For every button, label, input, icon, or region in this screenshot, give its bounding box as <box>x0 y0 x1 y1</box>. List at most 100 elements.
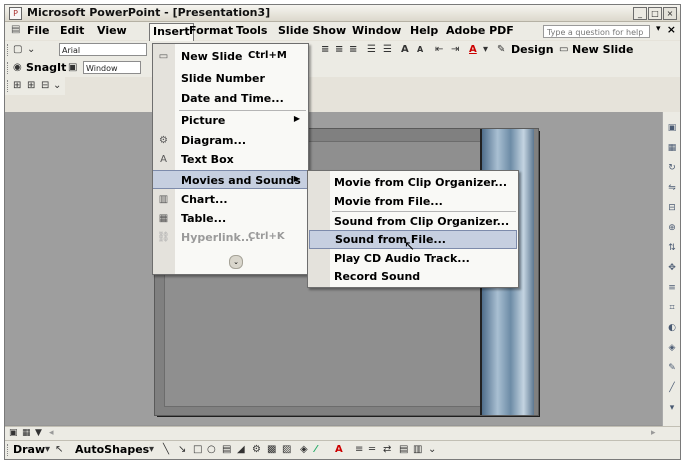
increase-indent-icon[interactable]: ⇥ <box>451 43 459 57</box>
shadow-style-icon[interactable]: ▤ <box>399 443 408 457</box>
arrow-tool-icon[interactable]: ↘ <box>178 443 186 457</box>
draw-menu-button[interactable]: Draw <box>13 443 45 456</box>
scroll-right-icon[interactable]: ▸ <box>651 426 656 440</box>
expand-menu-icon[interactable]: ⌄ <box>229 255 243 269</box>
diagram-tool-icon[interactable]: ⚙ <box>252 443 261 457</box>
line-color-icon[interactable]: ⁄ <box>315 443 317 457</box>
arrow-style-icon[interactable]: ⇄ <box>383 443 391 457</box>
insert-movies-sounds-item[interactable]: Movies and Sounds ▶ <box>153 170 308 189</box>
tool-shadow-icon[interactable]: ◐ <box>666 322 678 334</box>
menu-view[interactable]: View <box>97 24 127 37</box>
text-box-tool-icon[interactable]: ▤ <box>222 443 231 457</box>
new-slide-button[interactable]: New Slide <box>572 43 633 56</box>
clipart-tool-icon[interactable]: ▩ <box>267 443 276 457</box>
menu-file[interactable]: File <box>27 24 50 37</box>
tool-pen-icon[interactable]: ✎ <box>666 362 678 374</box>
close-button[interactable]: × <box>663 7 677 20</box>
bullets-icon[interactable]: ☰ <box>383 43 392 57</box>
tool-3d-icon[interactable]: ◈ <box>666 342 678 354</box>
line-style-icon[interactable]: ≡ <box>355 443 363 457</box>
menu-doc-icon[interactable]: ▤ <box>11 24 20 35</box>
toolbar-grip[interactable] <box>7 62 10 74</box>
tool-select-icon[interactable]: ▣ <box>666 122 678 134</box>
maximize-button[interactable]: □ <box>648 7 662 20</box>
decrease-font-icon[interactable]: A <box>417 43 423 57</box>
design-icon[interactable]: ✎ <box>497 43 505 57</box>
menu-tools[interactable]: Tools <box>236 24 267 37</box>
wordart-tool-icon[interactable]: ◢ <box>237 443 245 457</box>
movie-from-clip-organizer-item[interactable]: Movie from Clip Organizer... <box>308 173 518 192</box>
rectangle-tool-icon[interactable]: □ <box>193 443 202 457</box>
menu-adobe-pdf[interactable]: Adobe PDF <box>446 24 514 37</box>
insert-chart-item[interactable]: ▥ Chart... <box>153 190 308 209</box>
tool-nudge-icon[interactable]: ✥ <box>666 262 678 274</box>
fill-color-icon[interactable]: ◈ <box>300 443 308 457</box>
new-document-icon[interactable]: ▢ <box>13 43 22 57</box>
tool-grid-icon[interactable]: ▦ <box>666 142 678 154</box>
insert-diagram-item[interactable]: ⚙ Diagram... <box>153 131 308 150</box>
font-name-combo[interactable]: Arial <box>59 43 147 56</box>
insert-slide-number-item[interactable]: Slide Number <box>153 69 308 88</box>
tool-group-icon[interactable]: ⊕ <box>666 222 678 234</box>
toolbar-grip[interactable] <box>7 80 10 92</box>
scroll-down-icon[interactable]: ▾ <box>666 402 678 414</box>
design-button[interactable]: Design <box>511 43 554 56</box>
snagit-window-combo[interactable]: Window <box>83 61 141 74</box>
3d-style-icon[interactable]: ▥ <box>413 443 422 457</box>
autoshapes-menu-button[interactable]: AutoShapes <box>75 443 149 456</box>
tool-distribute-icon[interactable]: ≡ <box>666 282 678 294</box>
draw-dropdown-icon[interactable]: ▾ <box>45 443 50 457</box>
record-sound-item[interactable]: Record Sound <box>308 267 518 286</box>
app-icon[interactable]: P <box>9 7 22 20</box>
font-color-icon[interactable]: A <box>469 43 477 57</box>
snagit-capture-icon[interactable]: ◉ <box>13 61 22 75</box>
slide-show-icon[interactable]: ▼ <box>35 426 42 440</box>
align-center-icon[interactable]: ≡ <box>335 43 343 57</box>
picture-tool-icon[interactable]: ▨ <box>282 443 291 457</box>
numbering-icon[interactable]: ☰ <box>367 43 376 57</box>
tool-crop-icon[interactable]: ⌗ <box>666 302 678 314</box>
dash-style-icon[interactable]: ═ <box>369 443 375 457</box>
line-tool-icon[interactable]: ╲ <box>163 443 169 457</box>
oval-tool-icon[interactable]: ○ <box>207 443 216 457</box>
movie-from-file-item[interactable]: Movie from File... <box>308 192 518 211</box>
menu-edit[interactable]: Edit <box>60 24 84 37</box>
menu-help[interactable]: Help <box>410 24 438 37</box>
tool-align-icon[interactable]: ⊟ <box>666 202 678 214</box>
font-color-draw-icon[interactable]: A <box>335 443 343 457</box>
menu-slide-show[interactable]: Slide Show <box>278 24 346 37</box>
toolbar-tool-1-icon[interactable]: ⊞ <box>13 79 21 93</box>
toolbar-grip[interactable] <box>7 444 10 456</box>
close-document-button[interactable]: × <box>667 23 676 36</box>
select-objects-icon[interactable]: ↖ <box>55 443 63 457</box>
align-left-icon[interactable]: ≡ <box>321 43 329 57</box>
insert-text-box-item[interactable]: A Text Box <box>153 150 308 169</box>
toolbar-options-icon[interactable]: ⌄ <box>428 443 436 457</box>
font-color-dropdown-icon[interactable]: ▾ <box>483 43 488 57</box>
toolbar-tool-3-icon[interactable]: ⊟ <box>41 79 49 93</box>
toolbar-tool-2-icon[interactable]: ⊞ <box>27 79 35 93</box>
menu-format[interactable]: Format <box>189 24 233 37</box>
menu-insert[interactable]: Insert <box>149 23 194 42</box>
tool-order-icon[interactable]: ⇅ <box>666 242 678 254</box>
new-slide-icon[interactable]: ▭ <box>559 43 568 57</box>
snagit-profile-icon[interactable]: ▣ <box>68 61 77 75</box>
toolbar-options-icon[interactable]: ⌄ <box>53 79 61 93</box>
insert-date-time-item[interactable]: Date and Time... <box>153 89 308 108</box>
toolbar-options-icon[interactable]: ⌄ <box>27 43 35 57</box>
normal-view-icon[interactable]: ▣ <box>9 426 18 440</box>
align-right-icon[interactable]: ≡ <box>349 43 357 57</box>
menu-window[interactable]: Window <box>352 24 401 37</box>
snagit-button[interactable]: SnagIt <box>26 61 66 74</box>
insert-picture-item[interactable]: Picture ▶ <box>153 111 308 130</box>
insert-table-item[interactable]: ▦ Table... <box>153 209 308 228</box>
autoshapes-dropdown-icon[interactable]: ▾ <box>149 443 154 457</box>
tool-flip-icon[interactable]: ⇋ <box>666 182 678 194</box>
slide-sorter-icon[interactable]: ▦ <box>22 426 31 440</box>
tool-rotate-icon[interactable]: ↻ <box>666 162 678 174</box>
insert-new-slide-item[interactable]: ▭ New Slide Ctrl+M <box>153 47 308 66</box>
increase-font-icon[interactable]: A <box>401 43 409 57</box>
help-search-input[interactable]: Type a question for help <box>543 25 650 38</box>
toolbar-grip[interactable] <box>7 44 10 56</box>
sound-from-clip-organizer-item[interactable]: Sound from Clip Organizer... <box>308 212 518 231</box>
